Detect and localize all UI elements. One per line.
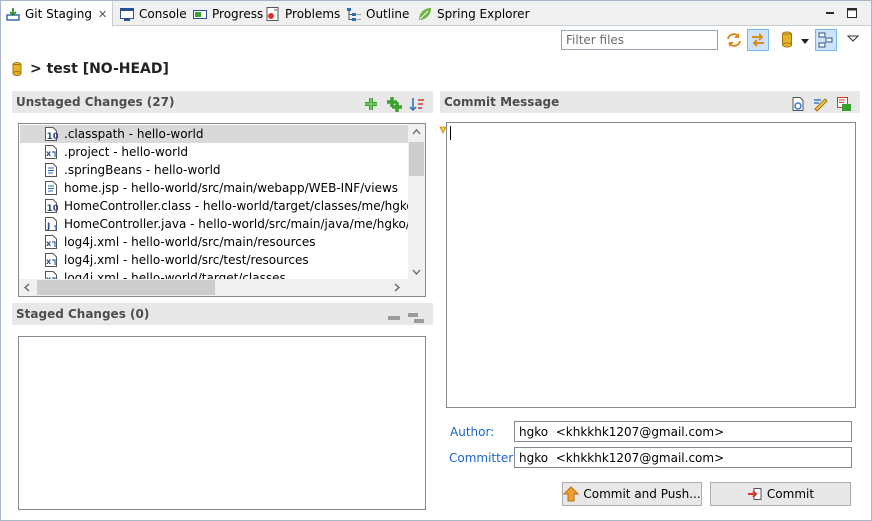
file-icon: J [44,216,58,232]
svg-text:x: x [46,149,52,158]
add-all-to-index-icon[interactable] [386,96,402,112]
commit-icon [747,486,763,502]
vertical-scrollbar[interactable] [408,124,425,280]
file-label: home.jsp - hello-world/src/main/webapp/W… [64,181,399,195]
minimize-icon[interactable] [823,6,837,20]
staged-changes-header: Staged Changes (0) [12,303,433,325]
view-tab-bar: Git Staging ✕ Console Progress Problems … [1,1,871,27]
file-label: .springBeans - hello-world [64,163,221,177]
chevron-down-icon[interactable] [800,35,810,45]
file-label: HomeController.class - hello-world/targe… [64,199,426,213]
tab-label: Outline [366,6,410,21]
remove-from-index-icon[interactable] [386,310,402,326]
view-menu-icon[interactable] [846,33,860,45]
list-item[interactable]: home.jsp - hello-world/src/main/webapp/W… [20,179,409,197]
tab-spring-explorer[interactable]: Spring Explorer [417,1,530,26]
repository-icon[interactable] [781,31,795,49]
staged-file-list[interactable] [18,336,426,510]
tab-label: Console [139,6,187,21]
svg-text:x: x [46,239,52,248]
horizontal-scrollbar[interactable] [19,279,425,296]
staged-changes-title: Staged Changes (0) [16,307,150,321]
signed-off-by-icon[interactable] [813,96,829,112]
file-icon: x [44,234,58,250]
tab-console[interactable]: Console [119,1,187,26]
tab-label: Git Staging [25,7,93,21]
svg-text:10: 10 [47,132,59,142]
tab-progress[interactable]: Progress [192,1,263,26]
maximize-icon[interactable] [845,6,859,20]
presentation-mode-icon[interactable] [815,29,837,51]
file-label: log4j.xml - hello-world/src/test/resourc… [64,253,309,267]
list-item[interactable]: x .project - hello-world [20,143,409,161]
text-caret [450,126,451,140]
author-field[interactable]: hgko <khkkhk1207@gmail.com> [514,421,852,442]
file-label: log4j.xml - hello-world/src/main/resourc… [64,235,316,249]
file-label: .project - hello-world [64,145,189,159]
tab-label: Problems [285,6,341,21]
link-selection-icon[interactable] [747,29,769,51]
tab-git-staging[interactable]: Git Staging ✕ [1,1,113,27]
tab-label: Progress [212,6,264,21]
file-icon [44,180,58,196]
file-label: HomeController.java - hello-world/src/ma… [64,217,426,231]
list-item[interactable]: x log4j.xml - hello-world/src/test/resour… [20,251,409,269]
git-staging-icon [5,6,21,22]
unstaged-file-list[interactable]: 10 .classpath - hello-world x .project - he… [18,123,426,297]
unstaged-changes-title: Unstaged Changes (27) [16,95,175,109]
refresh-icon[interactable] [724,30,744,50]
outline-icon [346,6,362,22]
filter-files-input[interactable] [561,30,718,50]
list-item[interactable]: 10 .classpath - hello-world [20,125,409,143]
file-icon: 10 [44,198,59,214]
push-icon [563,486,580,502]
tab-outline[interactable]: Outline [346,1,409,26]
add-change-id-icon[interactable] [836,96,852,112]
commit-and-push-button[interactable]: Commit and Push... [562,482,702,506]
close-icon[interactable]: ✕ [98,8,107,21]
list-item[interactable]: x log4j.xml - hello-world/src/main/resour… [20,233,409,251]
file-icon: 10 [44,126,59,142]
progress-icon [192,6,208,22]
tab-label: Spring Explorer [437,6,530,21]
svg-text:J: J [46,222,50,232]
problems-icon [265,6,281,22]
repository-title: > test [NO-HEAD] [12,60,169,78]
file-icon [44,162,58,178]
add-to-index-icon[interactable] [363,96,379,112]
list-item[interactable]: J HomeController.java - hello-world/src/m… [20,215,425,233]
amend-commit-icon[interactable] [790,96,806,112]
svg-text:x: x [46,257,52,266]
commit-message-title: Commit Message [444,95,560,109]
commit-button[interactable]: Commit [710,482,851,506]
svg-text:10: 10 [47,204,59,214]
file-icon: x [44,252,58,268]
commit-message-editor[interactable] [446,122,856,408]
committer-label: Committer: [449,451,517,465]
repository-title-text: > test [NO-HEAD] [30,61,169,77]
repository-icon [12,62,22,76]
file-icon: x [44,144,58,160]
sort-icon[interactable] [409,96,425,112]
console-icon [119,6,135,22]
committer-field[interactable]: hgko <khkkhk1207@gmail.com> [514,447,852,468]
commit-and-push-label: Commit and Push... [583,487,701,501]
file-label: .classpath - hello-world [64,127,204,141]
list-item[interactable]: .springBeans - hello-world [20,161,409,179]
spring-explorer-icon [417,6,433,22]
list-item[interactable]: 10 HomeController.class - hello-world/tar… [20,197,425,215]
author-label: Author: [450,425,495,439]
remove-all-from-index-icon[interactable] [407,310,425,326]
tab-problems[interactable]: Problems [265,1,340,26]
commit-label: Commit [766,487,815,501]
